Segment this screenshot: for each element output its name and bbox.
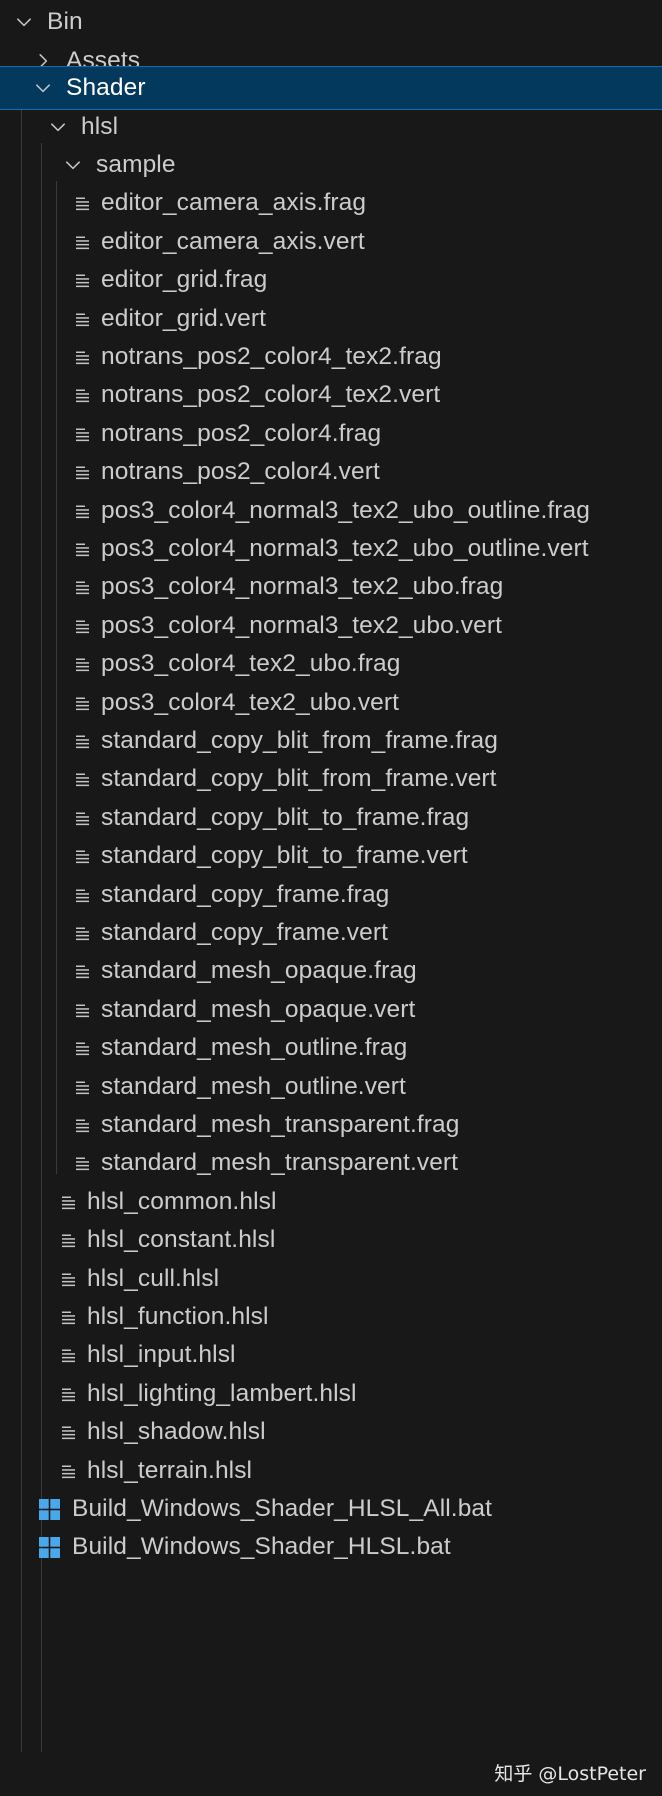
file-item-standard-mesh-outline-frag[interactable]: standard_mesh_outline.frag	[0, 1026, 662, 1070]
file-item-notrans-pos2-color4-vert[interactable]: notrans_pos2_color4.vert	[0, 450, 662, 494]
chevron-down-icon	[47, 116, 69, 138]
file-lines-icon	[74, 962, 92, 980]
file-lines-icon	[74, 540, 92, 558]
file-lines-icon	[74, 425, 92, 443]
file-item-hlsl-input-hlsl[interactable]: hlsl_input.hlsl	[0, 1333, 662, 1377]
file-lines-icon	[60, 1308, 78, 1326]
file-lines-icon	[60, 1270, 78, 1288]
file-lines-icon	[74, 809, 92, 827]
item-label: pos3_color4_tex2_ubo.frag	[101, 650, 401, 677]
watermark: 知乎 @LostPeter	[494, 1763, 646, 1785]
file-item-editor-camera-axis-frag[interactable]: editor_camera_axis.frag	[0, 181, 662, 225]
item-label: editor_grid.frag	[101, 266, 268, 293]
item-label: notrans_pos2_color4_tex2.vert	[101, 381, 441, 408]
file-lines-icon	[60, 1231, 78, 1249]
file-lines-icon	[74, 310, 92, 328]
file-lines-icon	[60, 1346, 78, 1364]
file-lines-icon	[74, 694, 92, 712]
file-lines-icon	[74, 886, 92, 904]
file-lines-icon	[60, 1385, 78, 1403]
file-lines-icon	[74, 578, 92, 596]
item-label: notrans_pos2_color4.vert	[101, 458, 380, 485]
item-label: standard_mesh_outline.frag	[101, 1034, 408, 1061]
windows-icon	[38, 1498, 60, 1520]
item-label: standard_mesh_transparent.vert	[101, 1149, 459, 1176]
file-lines-icon	[74, 1039, 92, 1057]
file-lines-icon	[74, 233, 92, 251]
chevron-down-icon	[13, 11, 35, 33]
file-lines-icon	[60, 1462, 78, 1480]
file-item-standard-copy-blit-to-frame-vert[interactable]: standard_copy_blit_to_frame.vert	[0, 834, 662, 878]
file-item-standard-mesh-transparent-vert[interactable]: standard_mesh_transparent.vert	[0, 1141, 662, 1185]
file-lines-icon	[74, 348, 92, 366]
item-label: hlsl_shadow.hlsl	[87, 1418, 266, 1445]
file-item-hlsl-shadow-hlsl[interactable]: hlsl_shadow.hlsl	[0, 1410, 662, 1454]
file-item-pos3-color4-normal3-tex2-ubo-frag[interactable]: pos3_color4_normal3_tex2_ubo.frag	[0, 565, 662, 609]
chevron-down-icon	[32, 77, 54, 99]
file-lines-icon	[74, 1116, 92, 1134]
item-label: Bin	[47, 8, 83, 35]
file-lines-icon	[74, 194, 92, 212]
file-item-pos3-color4-tex2-ubo-frag[interactable]: pos3_color4_tex2_ubo.frag	[0, 642, 662, 686]
file-lines-icon	[60, 1193, 78, 1211]
file-lines-icon	[74, 770, 92, 788]
file-lines-icon	[74, 271, 92, 289]
item-label: standard_copy_blit_from_frame.vert	[101, 765, 497, 792]
file-lines-icon	[74, 655, 92, 673]
windows-icon	[38, 1536, 60, 1558]
chevron-down-icon	[62, 154, 84, 176]
item-label: editor_camera_axis.frag	[101, 189, 367, 216]
file-item-standard-mesh-opaque-frag[interactable]: standard_mesh_opaque.frag	[0, 949, 662, 993]
file-lines-icon	[74, 386, 92, 404]
file-lines-icon	[74, 1078, 92, 1096]
item-label: Build_Windows_Shader_HLSL.bat	[72, 1533, 451, 1560]
item-label: standard_mesh_opaque.frag	[101, 957, 417, 984]
file-lines-icon	[74, 1001, 92, 1019]
file-item-editor-grid-frag[interactable]: editor_grid.frag	[0, 258, 662, 302]
file-item-build-windows-shader-hlsl-bat[interactable]: Build_Windows_Shader_HLSL.bat	[0, 1525, 662, 1569]
file-lines-icon	[74, 463, 92, 481]
item-label: hlsl_constant.hlsl	[87, 1226, 276, 1253]
file-item-standard-copy-blit-from-frame-vert[interactable]: standard_copy_blit_from_frame.vert	[0, 757, 662, 801]
item-label: pos3_color4_normal3_tex2_ubo.frag	[101, 573, 504, 600]
folder-item-bin[interactable]: Bin	[0, 0, 662, 44]
file-item-notrans-pos2-color4-tex2-vert[interactable]: notrans_pos2_color4_tex2.vert	[0, 373, 662, 417]
file-lines-icon	[74, 1154, 92, 1172]
file-item-hlsl-constant-hlsl[interactable]: hlsl_constant.hlsl	[0, 1218, 662, 1262]
file-lines-icon	[60, 1423, 78, 1441]
item-label: hlsl_input.hlsl	[87, 1341, 236, 1368]
folder-item-shader[interactable]: Shader	[0, 66, 662, 110]
file-lines-icon	[74, 617, 92, 635]
file-lines-icon	[74, 502, 92, 520]
item-label: standard_copy_blit_to_frame.vert	[101, 842, 468, 869]
file-lines-icon	[74, 847, 92, 865]
file-lines-icon	[74, 732, 92, 750]
file-explorer-tree: Bin Assets Shader hlsl sample editor_camera_a…	[0, 0, 662, 1796]
item-label: Shader	[66, 74, 146, 101]
file-lines-icon	[74, 924, 92, 942]
